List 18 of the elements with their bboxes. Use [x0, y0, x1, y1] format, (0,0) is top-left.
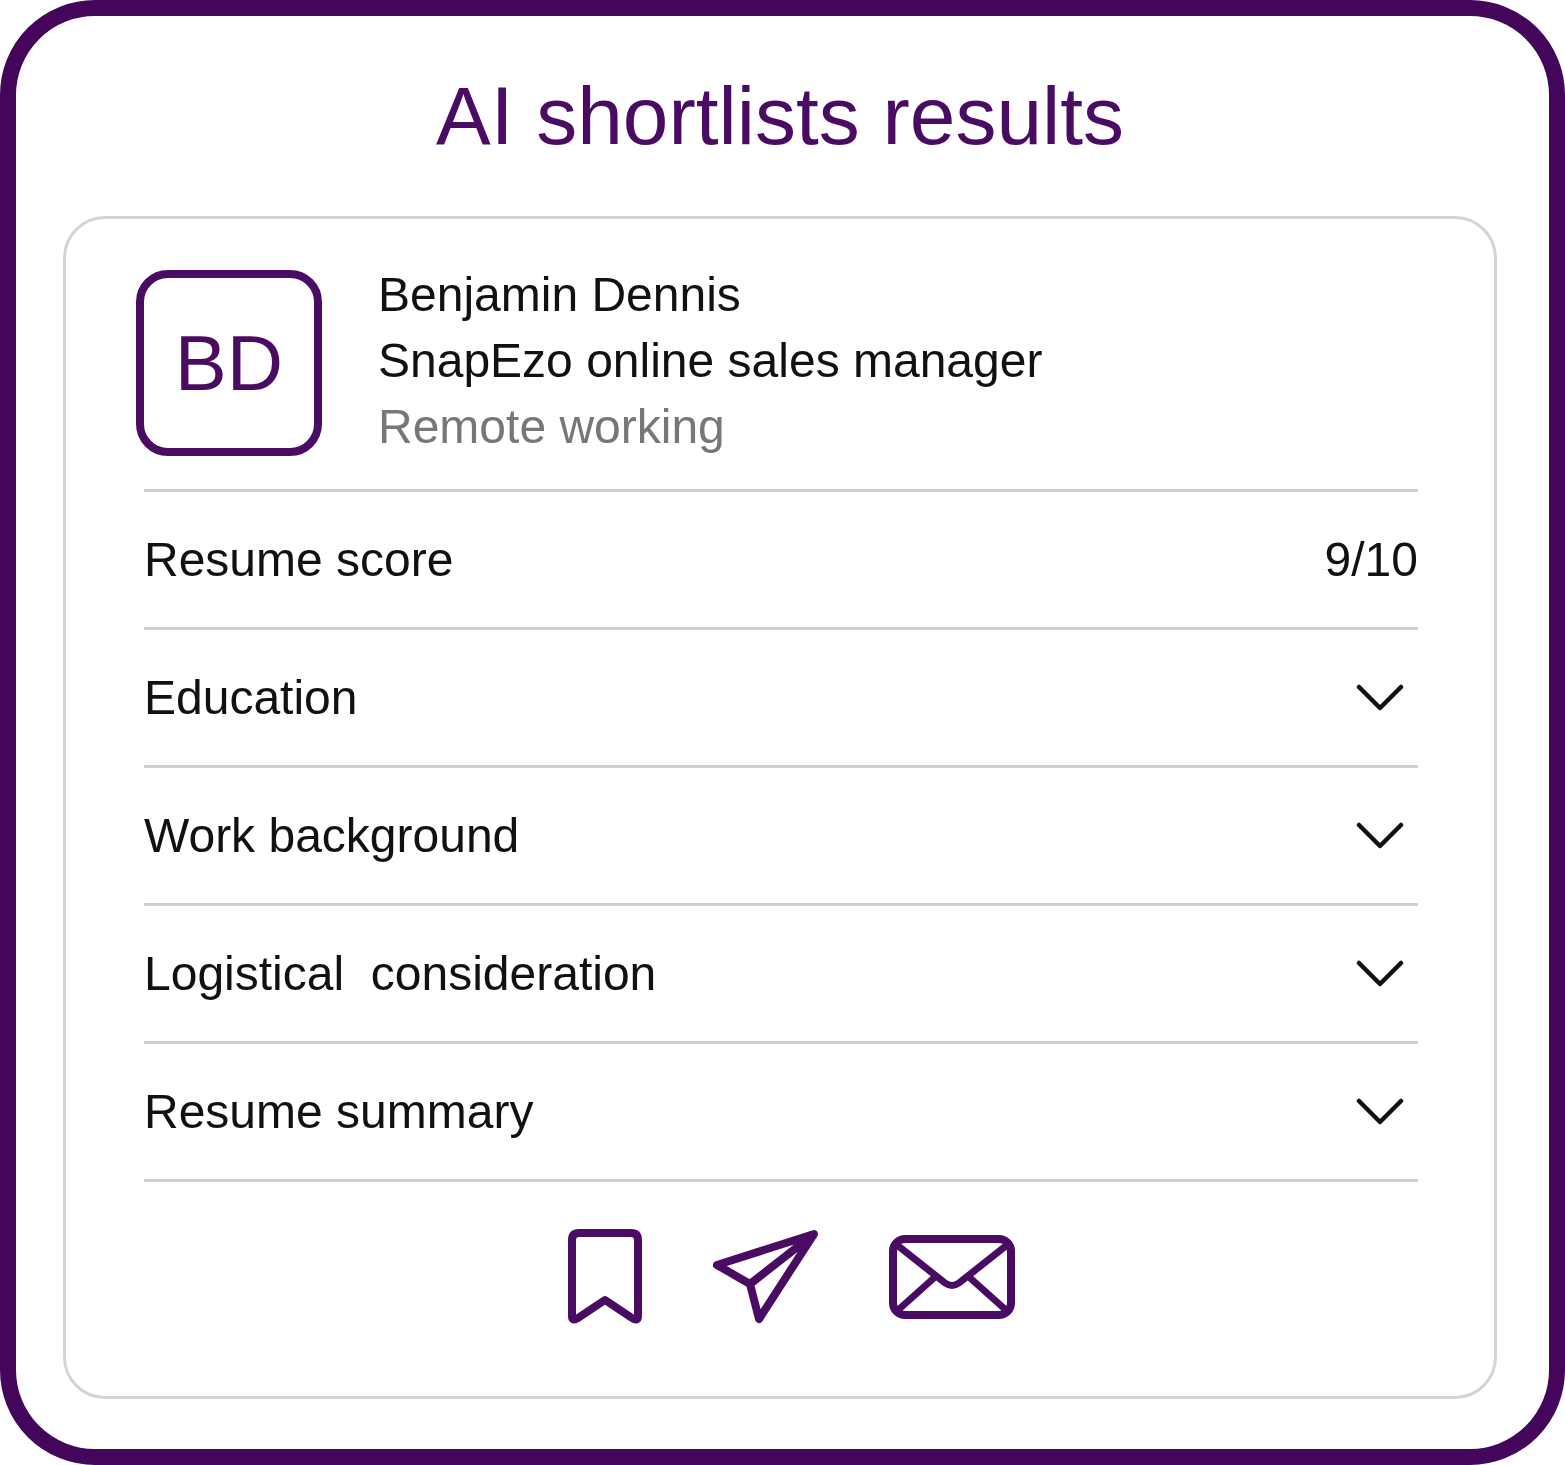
candidate-location: Remote working — [378, 399, 726, 455]
chevron-icon[interactable] — [1356, 682, 1404, 713]
send-icon[interactable] — [713, 1229, 819, 1325]
section-label[interactable]: Education — [144, 670, 358, 725]
page-title: AI shortlists results — [434, 69, 1126, 163]
score-label: Resume score — [144, 532, 454, 587]
section-label[interactable]: Logistical consideration — [144, 946, 657, 1001]
chevron-icon[interactable] — [1356, 1096, 1404, 1127]
candidate-role: SnapEzo online sales manager — [378, 333, 1043, 389]
candidate-name: Benjamin Dennis — [378, 267, 742, 323]
chevron-icon[interactable] — [1356, 958, 1404, 989]
initials-avatar: BD — [136, 270, 322, 456]
mail-icon[interactable] — [889, 1235, 1015, 1319]
section-label[interactable]: Resume summary — [144, 1084, 534, 1139]
score-value: 9/10 — [1324, 532, 1418, 587]
section-label[interactable]: Work background — [144, 808, 520, 863]
bookmark-icon[interactable] — [567, 1228, 643, 1326]
chevron-icon[interactable] — [1356, 820, 1404, 851]
